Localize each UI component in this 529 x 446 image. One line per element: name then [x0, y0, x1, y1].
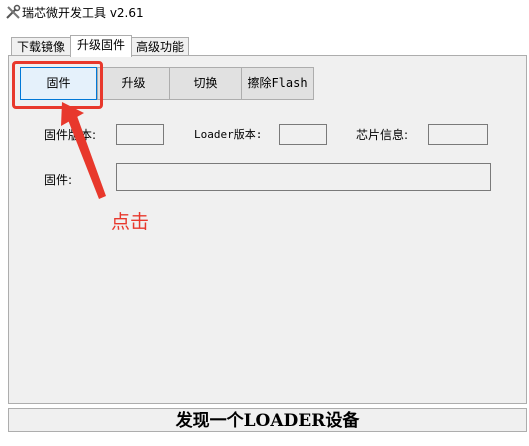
tools-icon: [6, 4, 21, 19]
chip-info-field: [428, 124, 488, 145]
status-bar: 发现一个LOADER设备: [8, 408, 527, 432]
firmware-version-label: 固件版本:: [44, 128, 97, 142]
firmware-path-field[interactable]: [116, 163, 491, 191]
firmware-version-field: [116, 124, 164, 145]
tab-advanced[interactable]: 高级功能: [131, 37, 189, 57]
loader-version-label: Loader版本:: [194, 128, 263, 141]
switch-button[interactable]: 切换: [169, 67, 242, 100]
loader-version-field: [279, 124, 327, 145]
upgrade-button[interactable]: 升级: [97, 67, 170, 100]
chip-info-label: 芯片信息:: [356, 128, 409, 142]
firmware-path-label: 固件:: [44, 173, 73, 187]
annotation-highlight-box: [12, 61, 103, 109]
window-title: 瑞芯微开发工具 v2.61: [22, 6, 144, 20]
tab-upgrade-firmware[interactable]: 升级固件: [70, 35, 132, 57]
annotation-text: 点击: [111, 211, 150, 233]
erase-flash-button[interactable]: 擦除Flash: [241, 67, 314, 100]
title-bar: 瑞芯微开发工具 v2.61: [0, 0, 529, 26]
tab-download-image[interactable]: 下载镜像: [11, 37, 71, 57]
